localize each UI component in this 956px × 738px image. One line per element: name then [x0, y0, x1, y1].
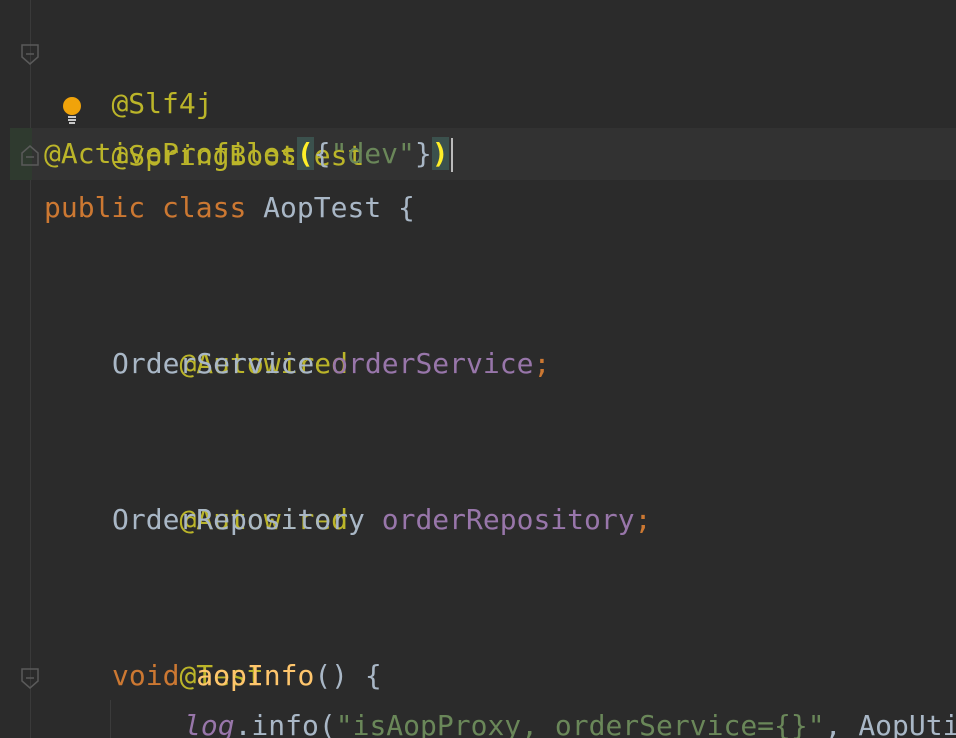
code-line[interactable]: @Autowired	[112, 286, 348, 380]
identifier-token: , AopUti	[824, 709, 956, 738]
code-line[interactable]: public class AopTest {	[44, 182, 415, 234]
semicolon-token: ;	[634, 503, 652, 536]
paren-token: ()	[314, 659, 349, 692]
indent-guide	[110, 700, 111, 738]
code-line[interactable]: OrderService orderService;	[112, 338, 550, 390]
brace-token: {	[364, 659, 382, 692]
matched-paren-close: )	[431, 137, 449, 170]
fold-marker-icon[interactable]	[20, 144, 40, 166]
brace-token: {	[398, 191, 415, 224]
type-token: OrderRepository	[112, 503, 365, 536]
string-token: "dev"	[330, 137, 415, 170]
code-line[interactable]: @Slf4j	[44, 26, 212, 120]
code-line[interactable]: OrderRepository orderRepository;	[112, 494, 651, 546]
field-token: orderRepository	[381, 503, 635, 536]
code-editor[interactable]: @Slf4j @SpringBootTest @ActiveProfiles({…	[0, 0, 956, 738]
brace-token: {	[313, 137, 331, 170]
code-line[interactable]: @SpringBootTest	[44, 78, 364, 172]
static-field-token: log	[184, 709, 235, 738]
editor-gutter[interactable]	[0, 0, 32, 738]
type-token: OrderService	[112, 347, 315, 380]
code-line[interactable]: log.info("isAopProxy, orderService={}", …	[184, 700, 956, 738]
code-line[interactable]: @Test	[112, 598, 263, 692]
method-name-token: aopInfo	[196, 659, 315, 692]
code-line[interactable]: void aopInfo() {	[112, 650, 382, 702]
lightbulb-icon[interactable]	[61, 96, 83, 126]
gutter-divider	[30, 0, 31, 738]
class-name-token: AopTest	[263, 191, 382, 224]
matched-paren-open: (	[296, 137, 314, 170]
text-cursor	[450, 138, 453, 172]
fold-marker-icon[interactable]	[20, 668, 40, 690]
semicolon-token: ;	[533, 347, 551, 380]
keyword-token: void	[112, 659, 180, 692]
method-call-token: .info(	[234, 709, 336, 738]
string-token: "isAopProxy, orderService={}"	[335, 709, 825, 738]
code-line-current[interactable]: @ActiveProfiles({"dev"})	[44, 128, 453, 180]
annotation-token: @ActiveProfiles	[44, 137, 297, 170]
brace-token: }	[414, 137, 432, 170]
code-line[interactable]: @Autowired	[112, 442, 348, 536]
keyword-token: class	[162, 191, 247, 224]
field-token: orderService	[331, 347, 534, 380]
fold-marker-icon[interactable]	[20, 44, 40, 66]
keyword-token: public	[44, 191, 146, 224]
